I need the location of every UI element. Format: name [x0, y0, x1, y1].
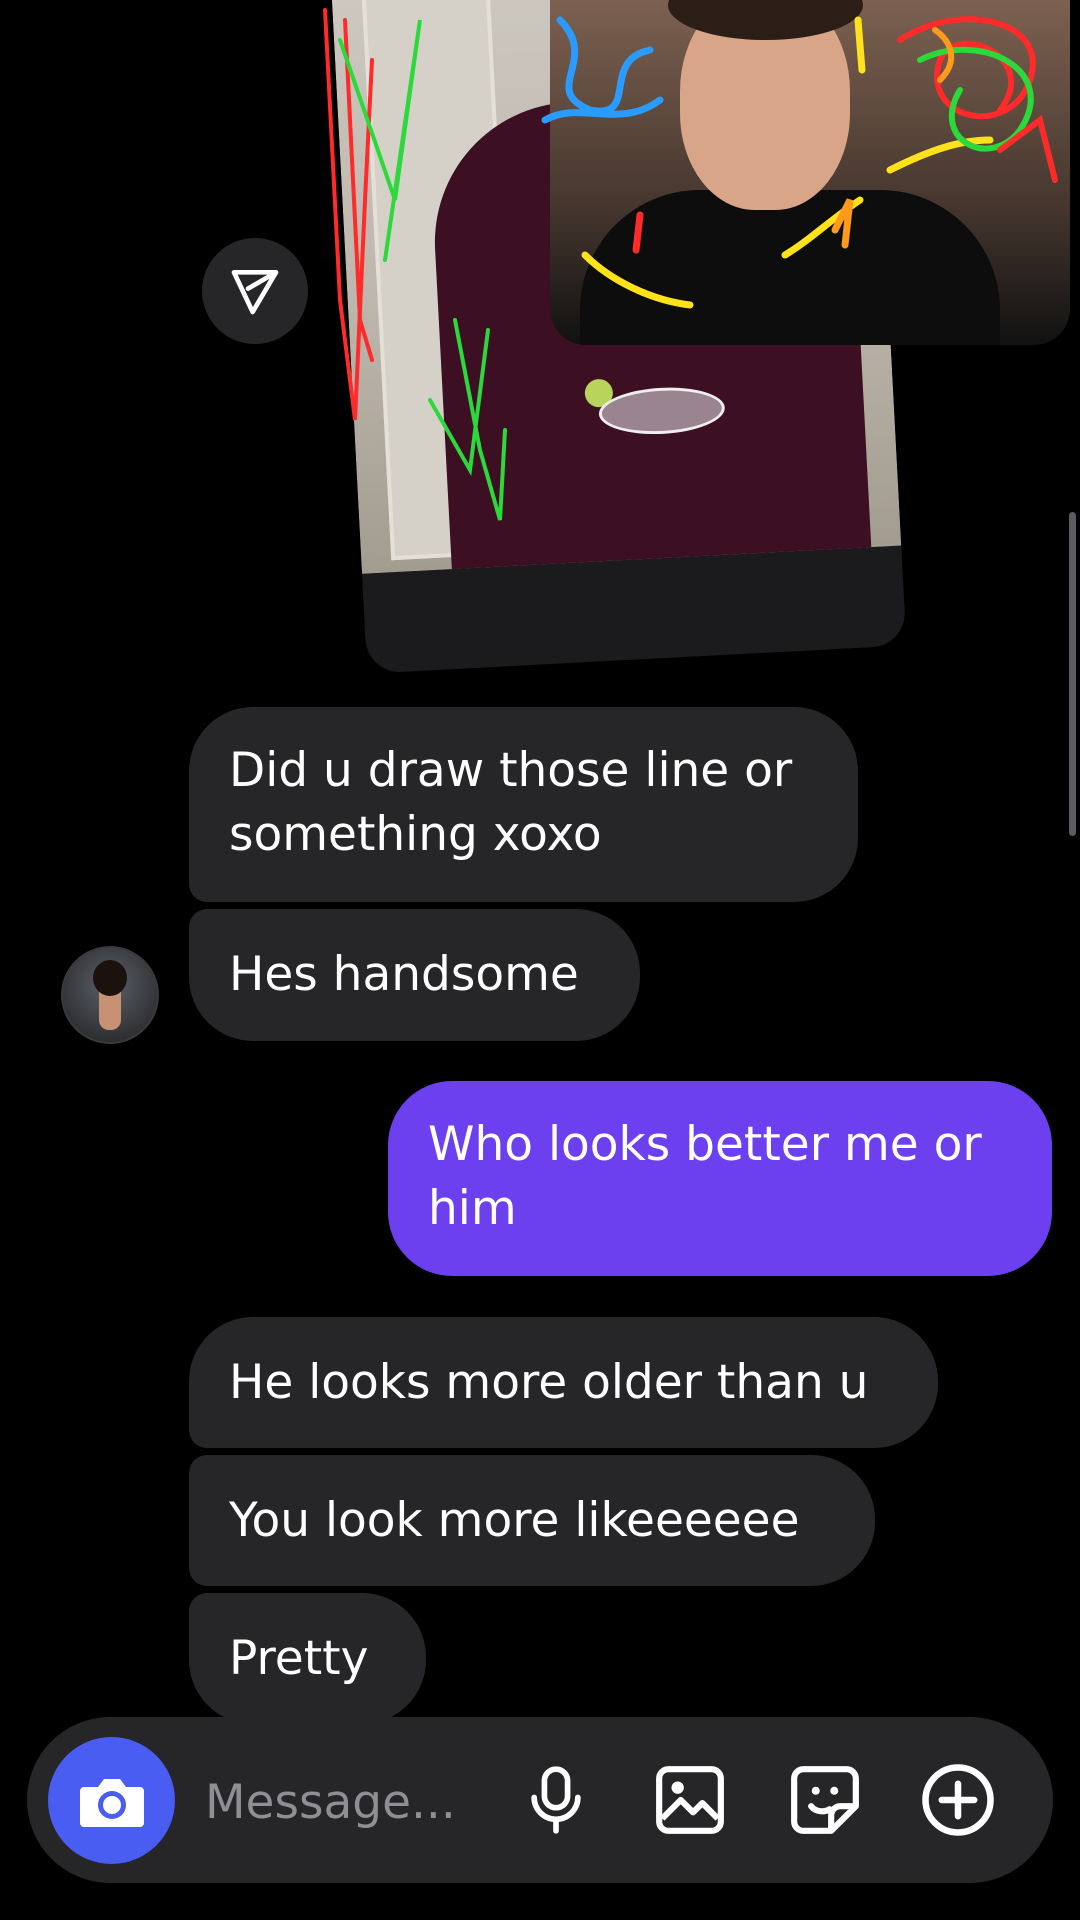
more-options-button[interactable] [918, 1760, 998, 1840]
message-bubble-outgoing[interactable]: Who looks better me or him [388, 1081, 1052, 1276]
message-bubble-incoming[interactable]: Pretty [189, 1593, 426, 1724]
voice-message-button[interactable] [516, 1760, 596, 1840]
sticker-button[interactable] [785, 1760, 865, 1840]
scrollbar[interactable] [1069, 512, 1076, 836]
message-input[interactable] [203, 1761, 497, 1843]
contact-avatar[interactable] [61, 946, 159, 1044]
chat-screen: Did u draw those line or something xoxo … [0, 0, 1080, 1920]
gallery-button[interactable] [650, 1760, 730, 1840]
message-bubble-incoming[interactable]: He looks more older than u [189, 1317, 938, 1448]
camera-icon [79, 1778, 144, 1827]
forward-button[interactable] [202, 238, 308, 344]
camera-button[interactable] [48, 1737, 175, 1864]
message-bubble-incoming[interactable]: You look more likeeeeee [189, 1455, 875, 1586]
sticker-icon [791, 1766, 859, 1834]
message-bubble-incoming[interactable]: Hes handsome [189, 909, 640, 1041]
plus-circle-icon [922, 1764, 994, 1836]
message-composer [27, 1717, 1053, 1883]
microphone-icon [531, 1766, 581, 1834]
message-bubble-incoming[interactable]: Did u draw those line or something xoxo [189, 707, 858, 902]
gallery-icon [656, 1766, 724, 1834]
paper-plane-icon [231, 270, 279, 315]
photo-overlay-portrait[interactable] [550, 0, 1070, 345]
